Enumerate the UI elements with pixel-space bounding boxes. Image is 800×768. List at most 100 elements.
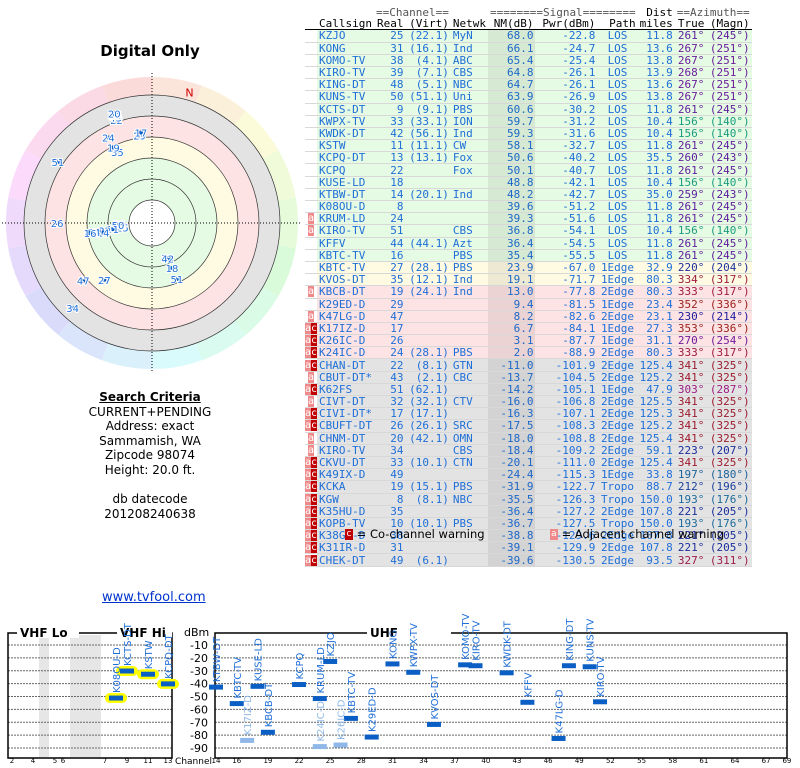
azimuth-true: 261° xyxy=(674,237,707,250)
table-row[interactable]: KIRO-TV 39 (7.1) CBS 64.8 -26.1 LOS 13.9 268° (25… xyxy=(305,66,752,80)
table-row[interactable]: a KIRO-TV 34 CBS -18.4 -109.2 2Edge 59.1 223° (20… xyxy=(305,444,752,457)
virtual-channel: (51.1) xyxy=(405,90,451,104)
table-row[interactable]: a KBCB-DT 19 (24.1) Ind 13.0 -77.8 2Edge 80.3 333… xyxy=(305,285,752,299)
noise-margin: 68.0 xyxy=(487,29,536,43)
table-row[interactable]: KING-DT 48 (5.1) NBC 64.7 -26.1 LOS 13.6 267° (25… xyxy=(305,78,752,92)
virtual-channel xyxy=(405,176,451,189)
station-bar[interactable] xyxy=(209,684,223,690)
real-channel: 22 xyxy=(373,358,406,372)
station-bar[interactable] xyxy=(141,671,155,677)
table-row[interactable]: a KRUM-LD 24 39.3 -51.6 LOS 11.8 261° (245°) xyxy=(305,212,752,226)
callsign: KIRO-TV xyxy=(317,224,374,238)
station-bar[interactable] xyxy=(499,670,514,676)
callsign: KBTC-TV xyxy=(317,249,374,262)
real-channel: 49 xyxy=(373,468,406,482)
table-row[interactable]: ac K62FS 51 (62.1) -14.2 -105.1 1Edge 47.9 303°(… xyxy=(305,383,752,397)
station-bar[interactable] xyxy=(468,663,483,669)
table-row[interactable]: ac K24IC-D 24 (28.1) PBS 2.0 -88.9 2Edge 80.3 333… xyxy=(305,346,752,360)
table-row[interactable]: ac CHEK-DT 49 (6.1) -39.6 -130.5 2Edge 93.5 327°… xyxy=(305,553,752,567)
noise-margin: -31.9 xyxy=(487,480,536,494)
station-bar[interactable] xyxy=(260,729,275,735)
virtual-channel: (33.1) xyxy=(405,115,451,128)
station-bar[interactable] xyxy=(364,734,379,740)
table-row[interactable]: ac K17IZ-D 17 6.7 -84.1 1Edge 27.3 353° (336°) xyxy=(305,322,752,336)
table-row[interactable]: ac K26IC-D 26 3.1 -87.7 1Edge 31.1 270° (254°) xyxy=(305,334,752,348)
table-row[interactable]: KUNS-TV 50 (51.1) Uni 63.9 -26.9 LOS 13.8 267° (2… xyxy=(305,90,752,104)
station-bar[interactable] xyxy=(250,683,265,689)
criteria-line: CURRENT+PENDING xyxy=(88,404,212,419)
adjacent-warning-badge: a xyxy=(308,310,315,322)
station-bar[interactable] xyxy=(551,735,566,741)
station-bar[interactable] xyxy=(312,696,327,702)
table-row[interactable]: KCPQ-DT 13 (13.1) Fox 50.6 -40.2 LOS 35.5 260° (2… xyxy=(305,151,752,165)
station-bar[interactable] xyxy=(333,742,348,748)
table-row[interactable]: KBTC-TV 16 PBS 35.4 -55.5 LOS 11.8 261° (245°) xyxy=(305,249,752,262)
station-bar-label: KIRO-TV xyxy=(472,620,483,660)
callsign: K29ED-D xyxy=(317,298,374,311)
warning-flags xyxy=(305,151,317,165)
table-row[interactable]: a CHNM-DT 20 (42.1) OMN -18.0 -108.8 2Edge 125.4… xyxy=(305,432,752,445)
table-row[interactable]: ac CKVU-DT 33 (10.1) CTN -20.1 -111.0 2Edge 125.… xyxy=(305,456,752,470)
table-row[interactable]: ac KGW 8 (8.1) NBC -35.5 -126.3 Tropo 150.0 193°(… xyxy=(305,493,752,506)
callsign: KUNS-TV xyxy=(317,90,374,104)
table-row[interactable]: KWDK-DT 42 (56.1) Ind 59.3 -31.6 LOS 10.4 156° (1… xyxy=(305,127,752,141)
station-bar[interactable] xyxy=(161,681,175,687)
table-row[interactable]: KCPQ 22 Fox 50.1 -40.7 LOS 11.8 261° (245°) xyxy=(305,163,752,177)
station-bar[interactable] xyxy=(240,737,255,743)
table-row[interactable]: KFFV 44 (44.1) Azt 36.4 -54.5 LOS 11.8 261° (245°… xyxy=(305,237,752,250)
azimuth-magnetic: (196°) xyxy=(706,480,752,494)
station-bar[interactable] xyxy=(406,669,421,675)
y-tick-label: -60 xyxy=(190,703,208,716)
network xyxy=(450,322,488,336)
noise-margin: 59.3 xyxy=(487,127,536,141)
table-row[interactable]: K08OU-D 8 39.6 -51.2 LOS 11.8 261° (245°) xyxy=(305,200,752,214)
table-row[interactable]: KBTC-TV 27 (28.1) PBS 23.9 -67.0 1Edge 32.9 220°… xyxy=(305,261,752,275)
table-row[interactable]: KWPX-TV 33 (33.1) ION 59.7 -31.2 LOS 10.4 156° (1… xyxy=(305,115,752,128)
table-row[interactable]: KTBW-DT 14 (20.1) Ind 48.2 -42.7 LOS 35.0 259° (2… xyxy=(305,188,752,202)
station-bar[interactable] xyxy=(426,721,441,727)
table-row[interactable]: KCTS-DT 9 (9.1) PBS 60.6 -30.2 LOS 11.8 261° (245… xyxy=(305,103,752,116)
virtual-channel xyxy=(405,163,451,177)
table-row[interactable]: KUSE-LD 18 48.8 -42.1 LOS 10.4 156° (140°) xyxy=(305,176,752,189)
table-row[interactable]: ac KCKA 19 (15.1) PBS -31.9 -122.7 Tropo 88.7 212… xyxy=(305,480,752,494)
co-channel-warning-badge: c xyxy=(311,469,318,481)
table-row[interactable]: KOMO-TV 38 (4.1) ABC 65.4 -25.4 LOS 13.8 267° (25… xyxy=(305,54,752,67)
distance: 107.8 xyxy=(637,541,675,555)
azimuth-magnetic: (245°) xyxy=(706,103,752,116)
table-row[interactable]: a CBUT-DT* 43 (2.1) CBC -13.7 -104.5 2Edge 125.2… xyxy=(305,371,752,384)
table-row[interactable]: KZJO 25 (22.1) MyN 68.0 -22.8 LOS 11.8 261° (245°… xyxy=(305,29,752,43)
table-row[interactable]: K29ED-D 29 9.4 -81.5 1Edge 23.4 352° (336°) xyxy=(305,298,752,311)
station-bar[interactable] xyxy=(312,744,327,750)
power: -104.5 xyxy=(535,371,598,384)
table-row[interactable]: ac K49IX-D 49 -24.4 -115.3 1Edge 33.8 197° (180°… xyxy=(305,468,752,482)
real-channel: 33 xyxy=(373,456,406,470)
station-channel-label: 47 xyxy=(77,277,90,288)
table-row[interactable]: ac K35HU-D 35 -36.4 -127.2 2Edge 107.8 221° (205… xyxy=(305,505,752,518)
station-bar[interactable] xyxy=(582,664,597,670)
station-bar[interactable] xyxy=(109,695,123,701)
table-row[interactable]: ac CIVI-DT* 17 (17.1) -16.3 -107.1 2Edge 125.3 3… xyxy=(305,407,752,421)
table-row[interactable]: a K47LG-D 47 8.2 -82.6 2Edge 23.1 230° (214°) xyxy=(305,310,752,323)
distance: 125.4 xyxy=(637,358,675,372)
table-row[interactable]: a CIVT-DT 32 (32.1) CTV -16.0 -106.8 2Edge 125.5… xyxy=(305,395,752,409)
table-row[interactable]: ac K31IR-D 31 -39.1 -129.9 2Edge 107.8 221° (205… xyxy=(305,541,752,555)
table-row[interactable]: KONG 31 (16.1) Ind 66.1 -24.7 LOS 13.6 267° (251°… xyxy=(305,42,752,55)
path: 2Edge xyxy=(597,444,638,457)
distance: 80.3 xyxy=(637,273,675,287)
table-row[interactable]: ac CHAN-DT 22 (8.1) GTN -11.0 -101.9 2Edge 125.4… xyxy=(305,358,752,372)
station-bar[interactable] xyxy=(593,699,608,705)
station-bar[interactable] xyxy=(292,682,307,688)
table-row[interactable]: KSTW 11 (11.1) CW 58.1 -32.7 LOS 11.8 261° (245°) xyxy=(305,139,752,153)
table-row[interactable]: a KIRO-TV 51 CBS 36.8 -54.1 LOS 10.4 156° (140°) xyxy=(305,224,752,238)
station-bar[interactable] xyxy=(520,699,535,705)
table-row[interactable]: ac CBUFT-DT 26 (26.1) SRC -17.5 -108.3 2Edge 125… xyxy=(305,419,752,433)
power: -67.0 xyxy=(535,261,598,275)
table-row[interactable]: KVOS-DT 35 (12.1) Ind 19.1 -71.7 1Edge 80.3 334°… xyxy=(305,273,752,287)
callsign: KCPQ-DT xyxy=(317,151,374,165)
network xyxy=(450,468,488,482)
azimuth-magnetic: (336°) xyxy=(706,298,752,311)
station-bar[interactable] xyxy=(229,701,244,707)
station-bar[interactable] xyxy=(385,661,400,667)
tvfool-link[interactable]: www.tvfool.com xyxy=(102,590,206,605)
station-bar[interactable] xyxy=(561,663,576,669)
